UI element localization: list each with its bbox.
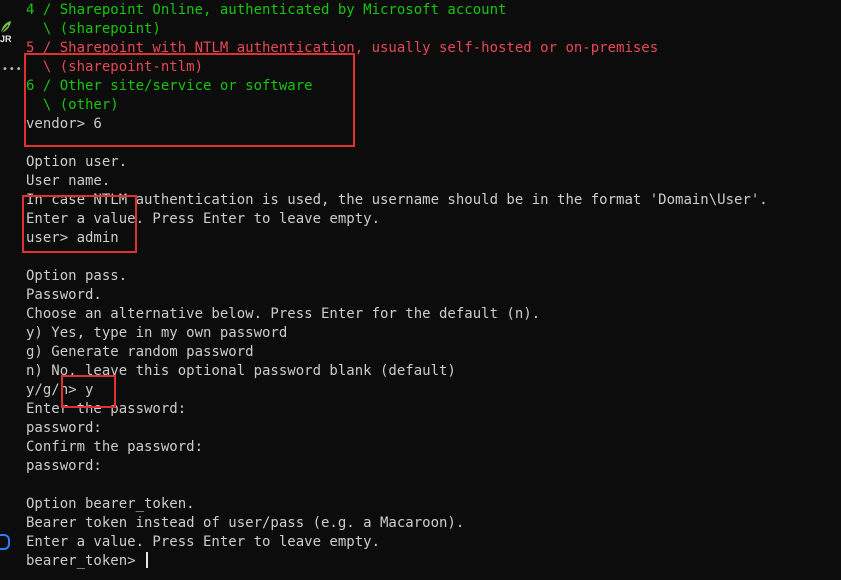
terminal-line: \ (sharepoint) [26,20,768,39]
terminal-line-text: Option bearer_token. [26,496,195,512]
terminal-line: g) Generate random password [26,343,768,362]
terminal-line-text: bearer_token> [26,553,145,569]
terminal-line-text: 5 / Sharepoint with NTLM authentication,… [26,40,659,56]
terminal-line-text: password: [26,420,102,436]
terminal-line-text: vendor> 6 [26,116,102,132]
terminal-line-text: user> admin [26,230,119,246]
terminal-line: 6 / Other site/service or software [26,77,768,96]
blue-bracket-icon [0,534,10,550]
terminal-line: password: [26,419,768,438]
terminal-line: Option pass. [26,267,768,286]
terminal-line-text: Option user. [26,154,128,170]
terminal-line: 5 / Sharepoint with NTLM authentication,… [26,39,768,58]
more-dots-icon[interactable]: ••• [2,64,23,75]
terminal-line-text: Option pass. [26,268,128,284]
terminal-output: 4 / Sharepoint Online, authenticated by … [26,1,768,571]
terminal-line: Password. [26,286,768,305]
terminal-line: \ (sharepoint-ntlm) [26,58,768,77]
terminal-line-text: Enter a value. Press Enter to leave empt… [26,211,381,227]
terminal-line-text: g) Generate random password [26,344,254,360]
terminal-line: Bearer token instead of user/pass (e.g. … [26,514,768,533]
terminal-line-text: Choose an alternative below. Press Enter… [26,306,541,322]
terminal-line: Option bearer_token. [26,495,768,514]
terminal-line-text: In case NTLM authentication is used, the… [26,192,768,208]
terminal-line-text: \ (sharepoint-ntlm) [26,59,204,75]
terminal-line: n) No, leave this optional password blan… [26,362,768,381]
terminal-line: Enter a value. Press Enter to leave empt… [26,533,768,552]
terminal-line-text: Enter a value. Press Enter to leave empt… [26,534,381,550]
terminal-line-text: n) No, leave this optional password blan… [26,363,456,379]
terminal-line: password: [26,457,768,476]
terminal-line-text: 4 / Sharepoint Online, authenticated by … [26,2,507,18]
terminal-line-text: Bearer token instead of user/pass (e.g. … [26,515,465,531]
terminal-line-text: User name. [26,173,111,189]
terminal-line: Choose an alternative below. Press Enter… [26,305,768,324]
terminal-line: user> admin [26,229,768,248]
terminal-line-text: y) Yes, type in my own password [26,325,288,341]
terminal-line-text: \ (other) [26,97,119,113]
terminal-line: y/g/n> y [26,381,768,400]
terminal-line: \ (other) [26,96,768,115]
terminal-line-text: y/g/n> y [26,382,94,398]
leaf-icon [0,21,11,34]
left-gutter: JR ••• [0,0,22,580]
terminal-line: Option user. [26,153,768,172]
terminal-line-text: Confirm the password: [26,439,204,455]
terminal-line-text: Enter the password: [26,401,187,417]
terminal-line: Enter the password: [26,400,768,419]
terminal-line: User name. [26,172,768,191]
terminal-line-text: \ (sharepoint) [26,21,161,37]
terminal-line: Enter a value. Press Enter to leave empt… [26,210,768,229]
terminal-line-text: password: [26,458,102,474]
terminal-line: Confirm the password: [26,438,768,457]
terminal-line: y) Yes, type in my own password [26,324,768,343]
terminal-line: 4 / Sharepoint Online, authenticated by … [26,1,768,20]
gutter-label: JR [0,34,12,44]
terminal-line: In case NTLM authentication is used, the… [26,191,768,210]
text-cursor [146,552,149,568]
terminal-line: vendor> 6 [26,115,768,134]
terminal-line-text: Password. [26,287,102,303]
terminal-line-text: 6 / Other site/service or software [26,78,313,94]
terminal-window[interactable]: JR ••• 4 / Sharepoint Online, authentica… [0,0,841,580]
terminal-prompt-line[interactable]: bearer_token> [26,552,768,571]
